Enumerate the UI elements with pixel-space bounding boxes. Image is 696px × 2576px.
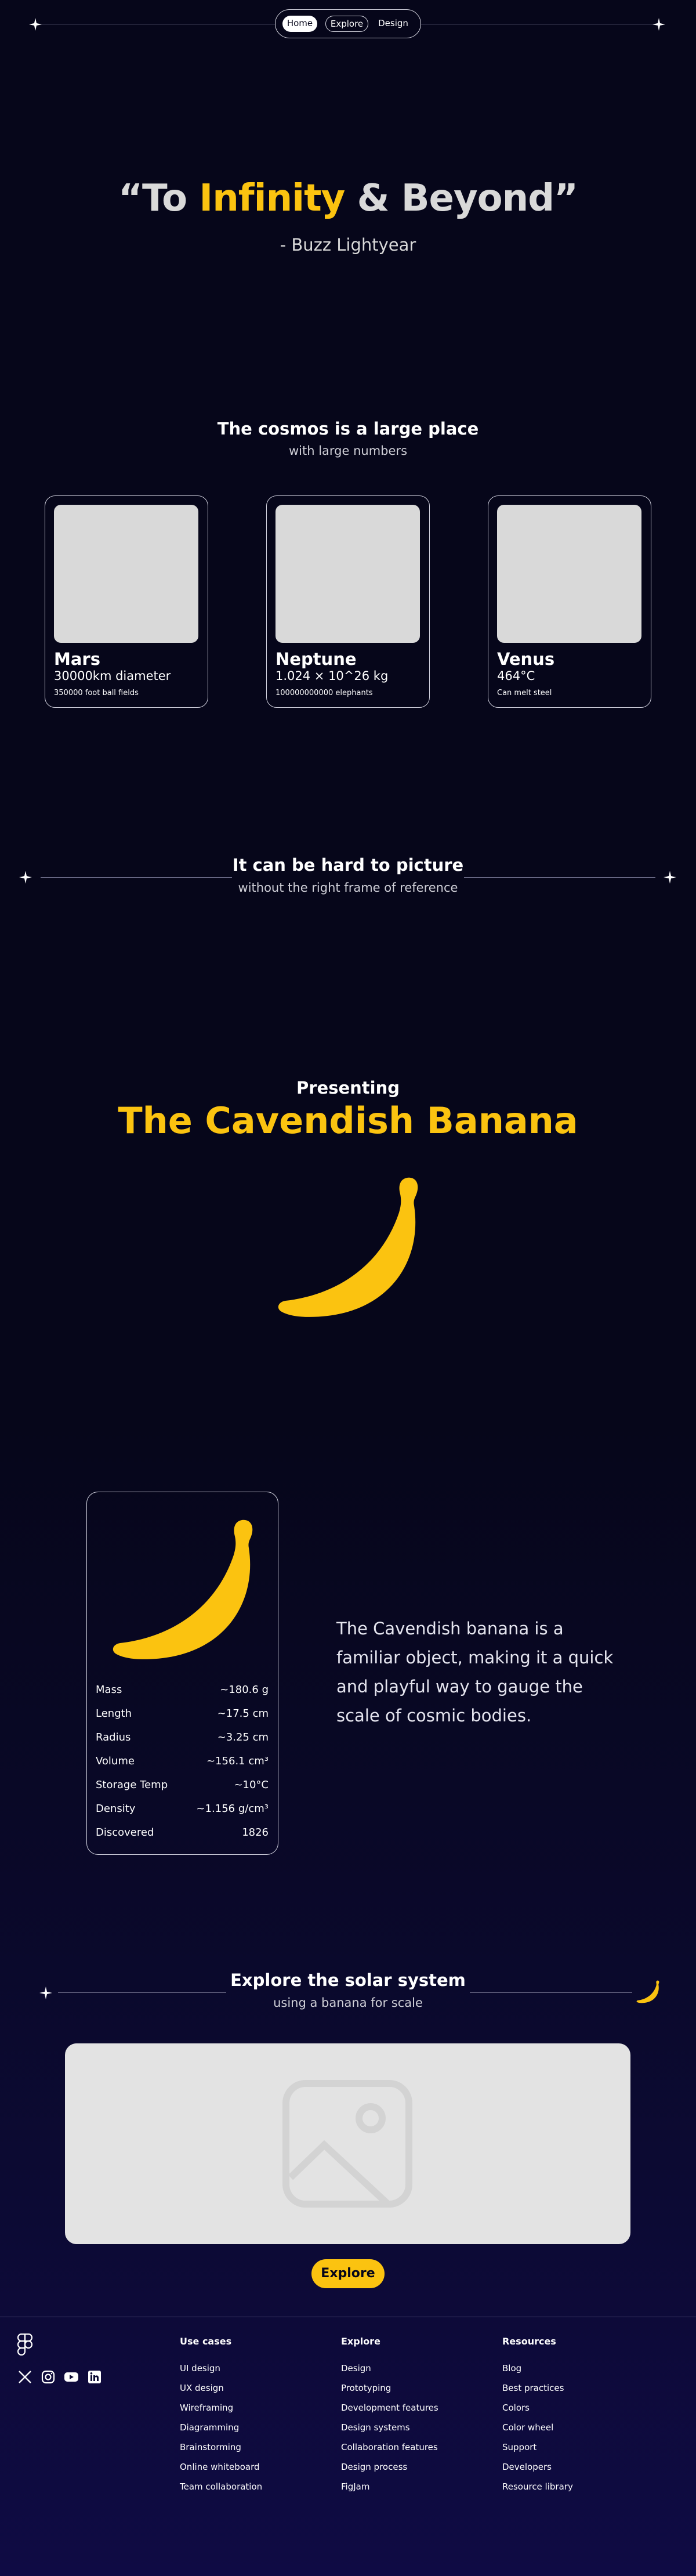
banana-description: The Cavendish banana is a familiar objec… bbox=[336, 1619, 614, 1725]
footer-link[interactable]: Team collaboration bbox=[180, 2477, 262, 2497]
property-row: Storage Temp ~10°C bbox=[96, 1779, 269, 1791]
planet-card[interactable]: Neptune 1.024 × 10^26 kg 100000000000 el… bbox=[266, 495, 430, 708]
footer-link[interactable]: Support bbox=[502, 2437, 573, 2457]
instagram-icon[interactable] bbox=[41, 2369, 56, 2385]
sparkle-icon bbox=[29, 18, 42, 31]
footer-link[interactable]: UI design bbox=[180, 2358, 262, 2378]
footer-link[interactable]: FigJam bbox=[341, 2477, 438, 2497]
linkedin-icon[interactable] bbox=[87, 2369, 102, 2385]
property-row: Mass ~180.6 g bbox=[96, 1684, 269, 1696]
quote-highlight: Infinity bbox=[199, 177, 345, 220]
planet-image-placeholder bbox=[276, 505, 420, 643]
top-nav: Home Explore Design bbox=[275, 9, 421, 38]
planet-comparison: 100000000000 elephants bbox=[276, 689, 373, 697]
explore-button[interactable]: Explore bbox=[311, 2259, 385, 2288]
presenting-label: Presenting bbox=[296, 1078, 400, 1098]
planet-comparison: Can melt steel bbox=[497, 689, 552, 697]
property-row: Discovered 1826 bbox=[96, 1826, 269, 1839]
footer-heading: Use cases bbox=[180, 2336, 232, 2347]
footer-link[interactable]: Colors bbox=[502, 2398, 573, 2418]
divider bbox=[470, 1992, 632, 1993]
youtube-icon[interactable] bbox=[64, 2369, 79, 2385]
solar-system-image-placeholder bbox=[65, 2043, 630, 2244]
property-row: Density ~1.156 g/cm³ bbox=[96, 1803, 269, 1815]
nav-design[interactable]: Design bbox=[373, 16, 414, 32]
footer-link[interactable]: Blog bbox=[502, 2358, 573, 2378]
divider bbox=[464, 877, 655, 878]
planet-image-placeholder bbox=[54, 505, 198, 643]
footer-link[interactable]: Best practices bbox=[502, 2378, 573, 2398]
footer-column-explore: Explore Design Prototyping Development f… bbox=[341, 2336, 438, 2497]
footer-heading: Resources bbox=[502, 2336, 556, 2347]
quote-open: “To bbox=[118, 177, 200, 220]
footer-link[interactable]: Resource library bbox=[502, 2477, 573, 2497]
footer-link[interactable]: Developers bbox=[502, 2457, 573, 2477]
property-value: ~17.5 cm bbox=[217, 1707, 269, 1720]
divider bbox=[41, 877, 232, 878]
footer-link[interactable]: Brainstorming bbox=[180, 2437, 262, 2457]
hero-quote: “To Infinity & Beyond” bbox=[0, 177, 696, 220]
property-row: Radius ~3.25 cm bbox=[96, 1731, 269, 1743]
footer-link[interactable]: Design systems bbox=[341, 2418, 438, 2437]
footer-column-resources: Resources Blog Best practices Colors Col… bbox=[502, 2336, 573, 2497]
banana-illustration bbox=[278, 1177, 418, 1317]
figma-logo-icon[interactable] bbox=[17, 2333, 32, 2356]
quote-close: & Beyond” bbox=[345, 177, 578, 220]
property-label: Length bbox=[96, 1707, 132, 1720]
picture-subtitle: without the right frame of reference bbox=[238, 881, 458, 895]
nav-explore[interactable]: Explore bbox=[325, 16, 368, 32]
planet-card[interactable]: Venus 464°C Can melt steel bbox=[488, 495, 651, 708]
property-label: Density bbox=[96, 1803, 136, 1815]
property-row: Length ~17.5 cm bbox=[96, 1707, 269, 1720]
planet-name: Venus bbox=[497, 649, 555, 669]
cosmos-subtitle: with large numbers bbox=[288, 444, 408, 458]
planet-stat: 30000km diameter bbox=[54, 669, 171, 683]
nav-home[interactable]: Home bbox=[282, 16, 317, 32]
explore-subtitle: using a banana for scale bbox=[273, 1996, 423, 2010]
banana-title: The Cavendish Banana bbox=[118, 1099, 578, 1142]
planet-comparison: 350000 foot ball fields bbox=[54, 689, 139, 697]
planet-stat: 1.024 × 10^26 kg bbox=[276, 669, 389, 683]
footer-link[interactable]: Online whiteboard bbox=[180, 2457, 262, 2477]
property-value: ~3.25 cm bbox=[217, 1731, 269, 1743]
property-value: ~1.156 g/cm³ bbox=[196, 1803, 269, 1815]
footer-link[interactable]: Design bbox=[341, 2358, 438, 2378]
property-value: ~156.1 cm³ bbox=[206, 1755, 269, 1767]
banana-illustration bbox=[113, 1519, 253, 1659]
planet-card[interactable]: Mars 30000km diameter 350000 foot ball f… bbox=[45, 495, 208, 708]
footer-link[interactable]: Wireframing bbox=[180, 2398, 262, 2418]
cosmos-title: The cosmos is a large place bbox=[217, 419, 479, 439]
property-label: Discovered bbox=[96, 1826, 154, 1839]
property-label: Storage Temp bbox=[96, 1779, 168, 1791]
planet-image-placeholder bbox=[497, 505, 641, 643]
property-label: Mass bbox=[96, 1684, 122, 1696]
sparkle-icon bbox=[652, 18, 665, 31]
property-value: ~10°C bbox=[234, 1779, 269, 1791]
footer-link[interactable]: Prototyping bbox=[341, 2378, 438, 2398]
property-row: Volume ~156.1 cm³ bbox=[96, 1755, 269, 1767]
footer-link[interactable]: Design process bbox=[341, 2457, 438, 2477]
divider bbox=[58, 1992, 226, 1993]
image-icon bbox=[282, 2080, 412, 2208]
planet-stat: 464°C bbox=[497, 669, 535, 683]
footer-link[interactable]: Collaboration features bbox=[341, 2437, 438, 2457]
property-label: Radius bbox=[96, 1731, 131, 1743]
x-icon[interactable] bbox=[17, 2369, 32, 2385]
property-value: 1826 bbox=[242, 1826, 269, 1839]
planet-name: Mars bbox=[54, 649, 100, 669]
footer-link[interactable]: Color wheel bbox=[502, 2418, 573, 2437]
banana-info-card: Mass ~180.6 g Length ~17.5 cm Radius ~3.25 … bbox=[86, 1492, 278, 1855]
footer-link[interactable]: Development features bbox=[341, 2398, 438, 2418]
property-value: ~180.6 g bbox=[220, 1684, 269, 1696]
footer-link[interactable]: UX design bbox=[180, 2378, 262, 2398]
footer-heading: Explore bbox=[341, 2336, 380, 2347]
footer-link[interactable]: Diagramming bbox=[180, 2418, 262, 2437]
planet-name: Neptune bbox=[276, 649, 357, 669]
picture-title: It can be hard to picture bbox=[232, 855, 464, 875]
explore-title: Explore the solar system bbox=[230, 1970, 466, 1990]
property-label: Volume bbox=[96, 1755, 135, 1767]
footer-column-use-cases: Use cases UI design UX design Wireframin… bbox=[180, 2336, 262, 2497]
quote-attribution: - Buzz Lightyear bbox=[280, 235, 416, 255]
